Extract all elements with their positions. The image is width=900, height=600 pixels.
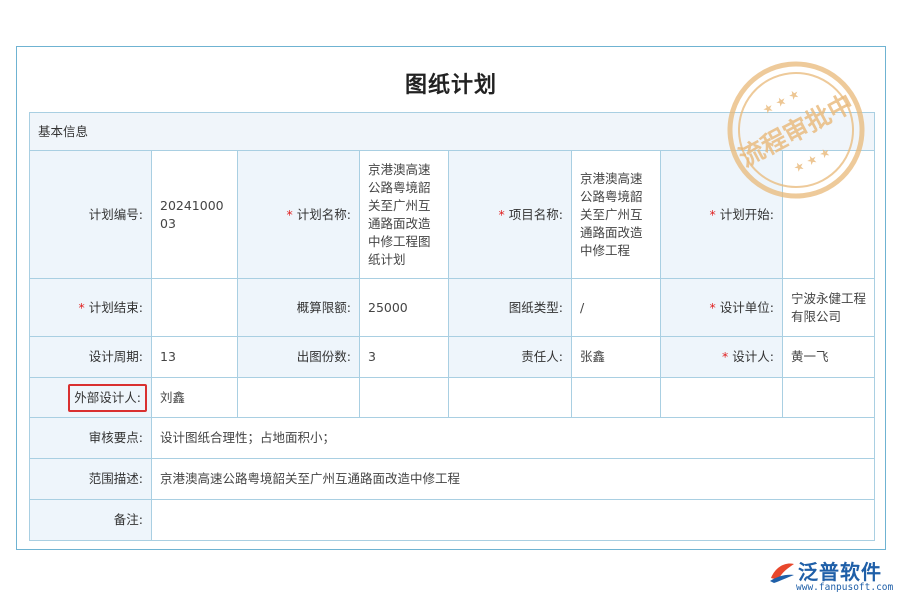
approval-stamp-icon: 流程审批中 ★ ★ ★ ★ ★ ★ xyxy=(727,61,865,199)
required-mark: * xyxy=(286,206,293,222)
plan-end-label: 计划结束: xyxy=(88,299,143,315)
empty-cell xyxy=(781,377,876,418)
required-mark: * xyxy=(78,299,85,315)
logo-url: www.fanpusoft.com xyxy=(796,582,894,593)
designer-value[interactable]: 黄一飞 xyxy=(781,336,876,378)
external-designer-value[interactable]: 刘鑫 xyxy=(151,377,238,418)
svg-text:★ ★ ★: ★ ★ ★ xyxy=(791,144,833,175)
form-row-3: 设计周期: 13 出图份数: 3 责任人: 张鑫 * 设计人: 黄一飞 xyxy=(29,336,876,378)
budget-label: 概算限额: xyxy=(237,278,360,337)
design-unit-label: 设计单位: xyxy=(719,299,774,315)
drawing-type-label: 图纸类型: xyxy=(448,278,572,337)
external-designer-label: 外部设计人: xyxy=(68,383,147,412)
required-mark: * xyxy=(709,299,716,315)
copies-value[interactable]: 3 xyxy=(359,336,449,378)
scope-value[interactable]: 京港澳高速公路粤境韶关至广州互通路面改造中修工程 xyxy=(150,458,876,500)
cycle-value[interactable]: 13 xyxy=(151,336,238,378)
external-designer-label-cell: 外部设计人: xyxy=(29,377,152,418)
review-label: 审核要点: xyxy=(29,417,152,459)
plan-name-label: 计划名称: xyxy=(296,206,351,222)
required-mark: * xyxy=(498,206,505,222)
owner-label: 责任人: xyxy=(448,336,572,378)
required-mark: * xyxy=(709,206,716,222)
company-logo: 泛普软件 www.fanpusoft.com xyxy=(768,556,893,596)
form-row-4: 外部设计人: 刘鑫 xyxy=(29,377,876,418)
empty-cell xyxy=(660,377,783,418)
logo-name: 泛普软件 xyxy=(798,560,882,584)
budget-value[interactable]: 25000 xyxy=(359,278,449,337)
page: 图纸计划 基本信息 计划编号: 2024100003 * 计划名称: 京港澳高速公… xyxy=(0,0,900,600)
design-unit-value[interactable]: 宁波永健工程有限公司 xyxy=(781,278,876,337)
plan-name-label-cell: * 计划名称: xyxy=(237,150,360,279)
form-row-2: * 计划结束: 概算限额: 25000 图纸类型: / * 设计单位: 宁波永健工程… xyxy=(29,278,876,337)
project-name-label-cell: * 项目名称: xyxy=(448,150,572,279)
logo-icon xyxy=(770,563,794,583)
required-mark: * xyxy=(722,349,729,364)
design-unit-label-cell: * 设计单位: xyxy=(660,278,783,337)
empty-cell xyxy=(571,377,661,418)
remark-label: 备注: xyxy=(29,499,152,541)
designer-label-cell: * 设计人: xyxy=(660,336,783,378)
plan-name-value[interactable]: 京港澳高速公路粤境韶关至广州互通路面改造中修工程图纸计划 xyxy=(359,150,449,279)
plan-no-value[interactable]: 2024100003 xyxy=(151,150,238,279)
copies-label: 出图份数: xyxy=(237,336,360,378)
cycle-label: 设计周期: xyxy=(29,336,152,378)
project-name-label: 项目名称: xyxy=(508,206,563,222)
designer-label: 设计人: xyxy=(732,349,774,364)
form-row-6: 范围描述: 京港澳高速公路粤境韶关至广州互通路面改造中修工程 xyxy=(29,458,876,500)
plan-end-value[interactable] xyxy=(151,278,238,337)
form-row-5: 审核要点: 设计图纸合理性；占地面积小； xyxy=(29,417,876,459)
project-name-value[interactable]: 京港澳高速公路粤境韶关至广州互通路面改造中修工程 xyxy=(571,150,661,279)
owner-value[interactable]: 张鑫 xyxy=(571,336,661,378)
drawing-type-value[interactable]: / xyxy=(571,278,661,337)
plan-end-label-cell: * 计划结束: xyxy=(29,278,152,337)
plan-no-label: 计划编号: xyxy=(29,150,152,279)
review-value[interactable]: 设计图纸合理性；占地面积小； xyxy=(150,417,876,459)
remark-value[interactable] xyxy=(150,499,876,541)
empty-cell xyxy=(448,377,572,418)
empty-cell xyxy=(359,377,449,418)
empty-cell xyxy=(237,377,360,418)
scope-label: 范围描述: xyxy=(29,458,152,500)
form-row-7: 备注: xyxy=(29,499,876,541)
plan-start-label: 计划开始: xyxy=(719,206,774,222)
svg-text:★ ★ ★: ★ ★ ★ xyxy=(760,86,802,117)
